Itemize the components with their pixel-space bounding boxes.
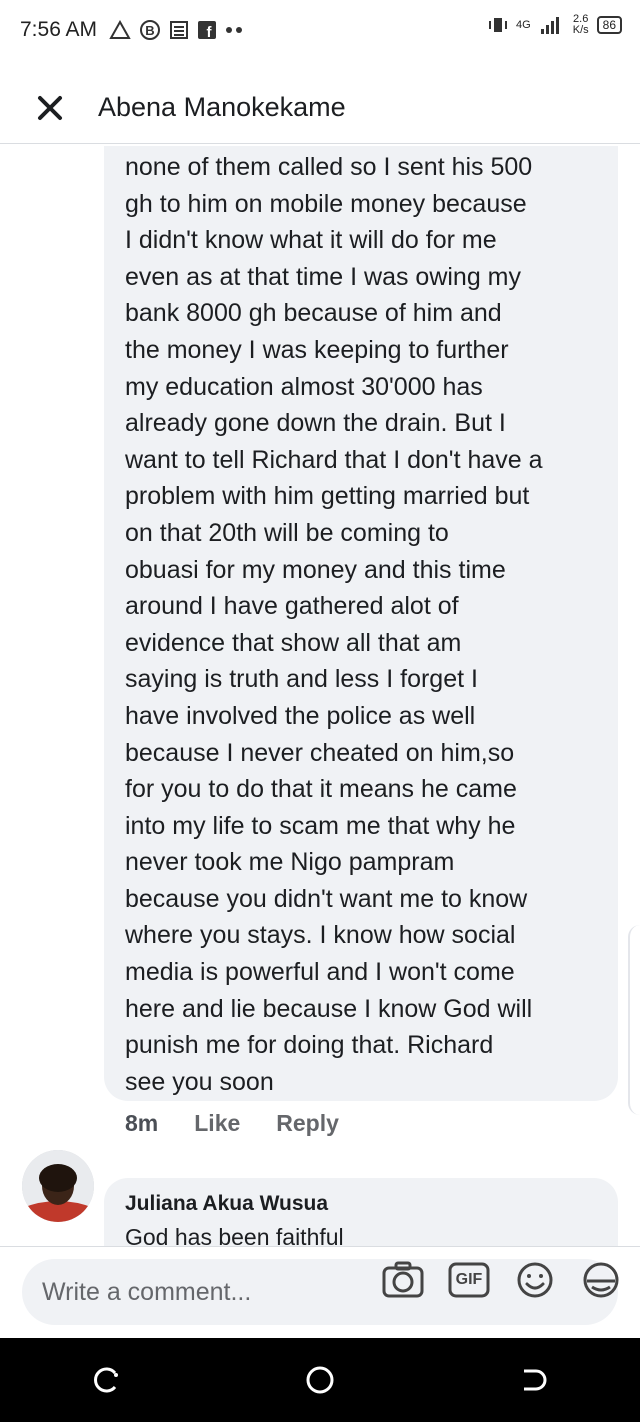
composer-actions: GIF [380, 1257, 624, 1303]
comment-time: 8m [125, 1110, 159, 1136]
status-bar: 7:56 AM B f 4G 2.6 K/s 86 [0, 0, 640, 60]
vibrate-icon [489, 18, 508, 32]
more-dots-icon [226, 27, 243, 33]
comment-text: God has been faithful [125, 1224, 344, 1248]
alert-triangle-icon [109, 20, 131, 39]
battery-indicator: 86 [596, 16, 622, 34]
back-button[interactable] [503, 1350, 563, 1410]
speed-unit: K/s [572, 24, 589, 36]
camera-button[interactable] [380, 1257, 426, 1303]
page-title: Abena Manokekame [98, 92, 346, 122]
back-icon [524, 1369, 547, 1391]
comment-text: none of them called so I sent his 500 gh… [125, 153, 543, 1096]
reply-button[interactable]: Reply [276, 1110, 339, 1137]
home-icon [306, 1366, 334, 1394]
comment-thread-header: Abena Manokekame [0, 72, 640, 144]
b-icon: B [140, 20, 161, 40]
scrollbar[interactable] [628, 925, 640, 1115]
avatar-image [22, 1150, 94, 1222]
system-nav-bar [0, 1338, 640, 1422]
gif-label: GIF [455, 1271, 483, 1288]
signal-icon [540, 17, 559, 34]
comment-input-placeholder: Write a comment... [42, 1277, 252, 1306]
svg-text:B: B [145, 23, 154, 38]
close-icon [38, 95, 62, 120]
network-label: 4G [516, 19, 531, 31]
recent-apps-button[interactable] [77, 1350, 137, 1410]
sticker-icon [583, 1262, 619, 1298]
home-button[interactable] [290, 1350, 350, 1410]
recent-apps-icon [93, 1367, 118, 1393]
camera-icon [382, 1261, 424, 1298]
emoji-icon [517, 1262, 553, 1298]
gif-button[interactable]: GIF [446, 1257, 492, 1303]
notification-icons: B f [109, 19, 245, 41]
comment-actions: 8m Like Reply [125, 1110, 339, 1137]
facebook-icon: f [198, 21, 217, 40]
avatar[interactable] [22, 1150, 94, 1222]
sticker-button[interactable] [578, 1257, 624, 1303]
news-icon [170, 21, 189, 39]
comment-bubble[interactable]: Juliana Akua Wusua God has been faithful [104, 1178, 618, 1248]
comment-composer: Write a comment... GIF [0, 1246, 640, 1338]
speed-indicator: 2.6 K/s [573, 14, 589, 36]
emoji-button[interactable] [512, 1257, 558, 1303]
like-button[interactable]: Like [194, 1110, 240, 1137]
comment-author[interactable]: Juliana Akua Wusua [125, 1192, 597, 1216]
status-right: 4G 2.6 K/s 86 [488, 14, 622, 36]
close-button[interactable] [20, 78, 80, 138]
status-time: 7:56 AM [20, 18, 98, 41]
comment-bubble[interactable]: none of them called so I sent his 500 gh… [104, 146, 618, 1101]
